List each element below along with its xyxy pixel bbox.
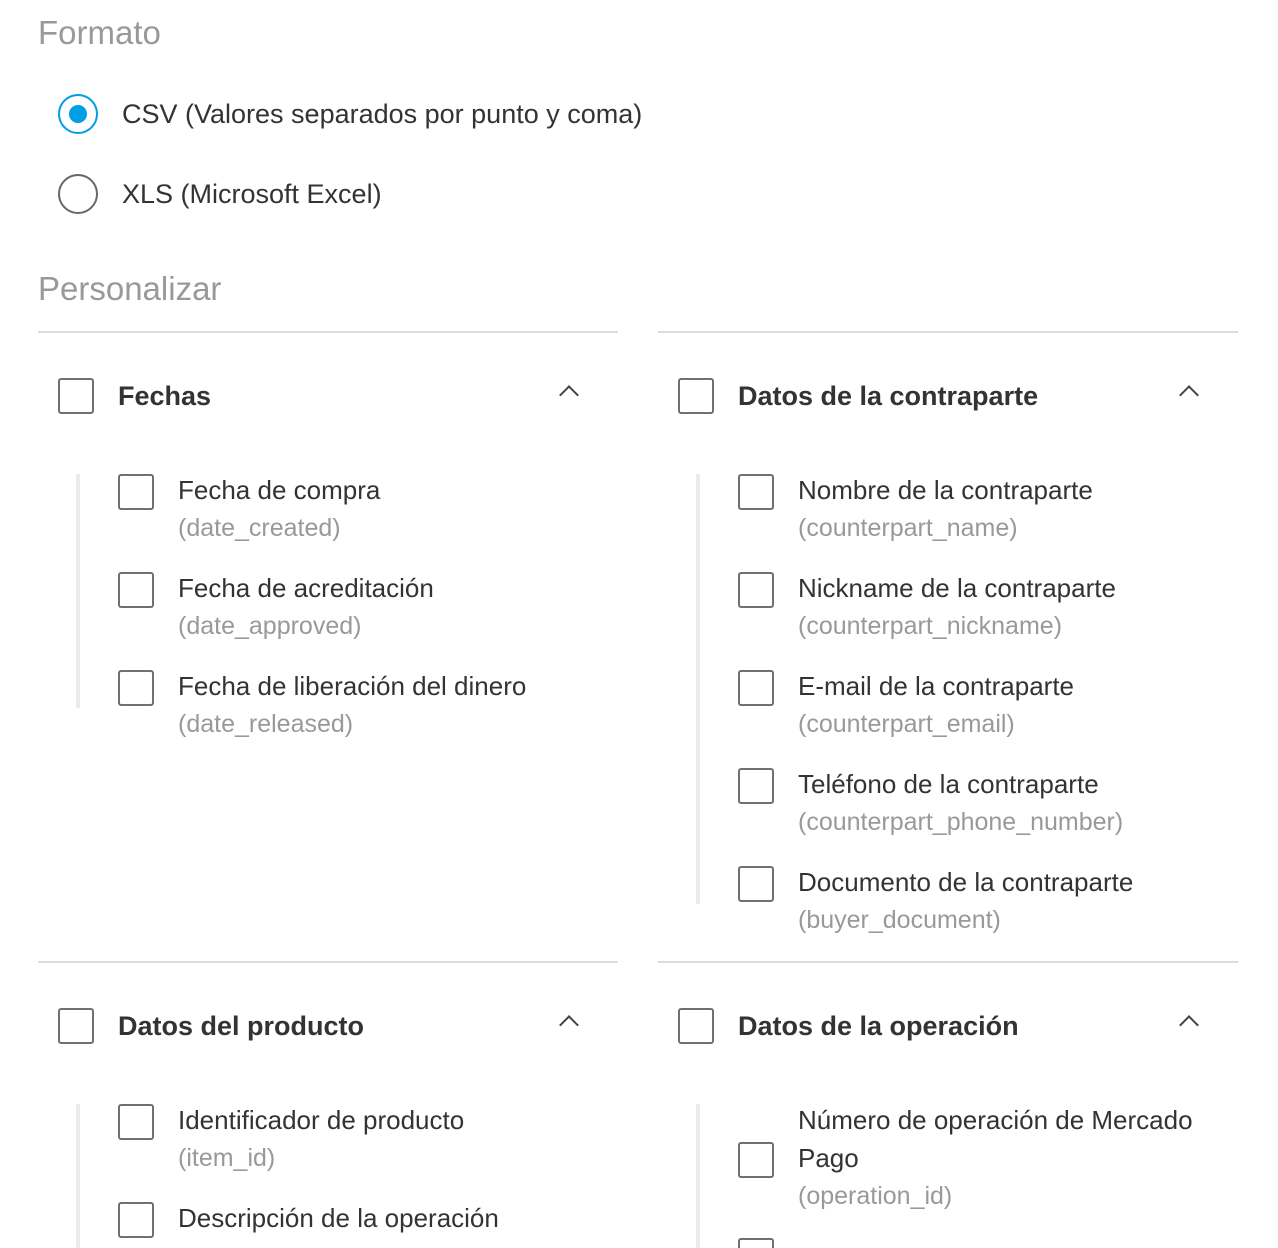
item-checkbox[interactable] xyxy=(738,1238,774,1248)
radio-xls-button[interactable] xyxy=(58,174,98,214)
item-label: E-mail de la contraparte xyxy=(798,671,1075,701)
personalizar-title: Personalizar xyxy=(38,270,222,307)
item-label: Documento de la contraparte xyxy=(798,867,1134,897)
item-code: (operation_id) xyxy=(798,1182,953,1210)
group-contraparte-checkbox[interactable] xyxy=(678,378,714,414)
group-fechas-header[interactable]: Fechas xyxy=(58,378,598,414)
item-label: Fecha de liberación del dinero xyxy=(178,671,527,701)
radio-csv[interactable]: CSV (Valores separados por punto y coma) xyxy=(58,94,642,134)
group-operacion-header[interactable]: Datos de la operación xyxy=(678,1008,1218,1044)
item-code: (counterpart_email) xyxy=(798,710,1015,738)
group-operacion: Datos de la operación Número de operació… xyxy=(658,961,1238,1248)
item-checkbox[interactable] xyxy=(738,866,774,902)
group-producto-header[interactable]: Datos del producto xyxy=(58,1008,598,1044)
items-rail xyxy=(696,1104,700,1248)
item-code: (counterpart_phone_number) xyxy=(798,808,1124,836)
divider xyxy=(38,331,618,333)
item-code: (counterpart_name) xyxy=(798,514,1018,542)
item-checkbox[interactable] xyxy=(118,670,154,706)
formato-title: Formato xyxy=(38,14,161,51)
group-producto: Datos del producto Identificador de prod… xyxy=(38,961,618,1248)
group-contraparte-title: Datos de la contraparte xyxy=(738,380,1039,411)
item-label: Descripción de la operación xyxy=(178,1203,499,1233)
group-producto-title: Datos del producto xyxy=(118,1010,365,1041)
radio-xls-label[interactable]: XLS (Microsoft Excel) xyxy=(122,179,382,210)
item-checkbox[interactable] xyxy=(118,1104,154,1140)
radio-csv-button[interactable] xyxy=(58,94,98,134)
chevron-up-icon[interactable] xyxy=(1179,1015,1199,1035)
item-label: Nickname de la contraparte xyxy=(798,573,1116,603)
item-code: (date_approved) xyxy=(178,612,362,640)
chevron-up-icon[interactable] xyxy=(559,1015,579,1035)
radio-xls[interactable]: XLS (Microsoft Excel) xyxy=(58,174,382,214)
item-label: Fecha de acreditación xyxy=(178,573,434,603)
group-fechas-checkbox[interactable] xyxy=(58,378,94,414)
item-code: (counterpart_nickname) xyxy=(798,612,1063,640)
item-code: (date_released) xyxy=(178,710,354,738)
item-checkbox[interactable] xyxy=(738,670,774,706)
item-checkbox[interactable] xyxy=(738,474,774,510)
item-checkbox[interactable] xyxy=(738,1142,774,1178)
item-checkbox[interactable] xyxy=(738,572,774,608)
item-code: (buyer_document) xyxy=(798,906,1001,934)
item-code: (item_id) xyxy=(178,1144,276,1172)
group-fechas: Fechas Fecha de compra (date_created) Fe… xyxy=(38,331,618,963)
group-contraparte-header[interactable]: Datos de la contraparte xyxy=(678,378,1218,414)
item-label: Identificador de producto xyxy=(178,1105,465,1135)
divider xyxy=(38,961,618,963)
items-rail xyxy=(76,1104,80,1248)
divider xyxy=(658,961,1238,963)
item-checkbox[interactable] xyxy=(118,474,154,510)
radio-csv-label[interactable]: CSV (Valores separados por punto y coma) xyxy=(122,99,642,130)
group-producto-checkbox[interactable] xyxy=(58,1008,94,1044)
divider xyxy=(658,331,1238,333)
item-label: Teléfono de la contraparte xyxy=(798,769,1099,799)
chevron-up-icon[interactable] xyxy=(559,385,579,405)
items-rail xyxy=(696,474,700,904)
export-settings-page: Formato CSV (Valores separados por punto… xyxy=(0,0,1278,1248)
group-contraparte: Datos de la contraparte Nombre de la con… xyxy=(658,331,1238,963)
group-operacion-title: Datos de la operación xyxy=(738,1010,1019,1041)
item-checkbox[interactable] xyxy=(118,1202,154,1238)
item-label: Nombre de la contraparte xyxy=(798,475,1093,505)
chevron-up-icon[interactable] xyxy=(1179,385,1199,405)
item-checkbox[interactable] xyxy=(118,572,154,608)
items-rail xyxy=(76,474,80,708)
item-checkbox[interactable] xyxy=(738,768,774,804)
item-label: Número de operación de Mercado Pago xyxy=(798,1105,1193,1173)
group-fechas-title: Fechas xyxy=(118,380,212,411)
group-operacion-checkbox[interactable] xyxy=(678,1008,714,1044)
item-code: (date_created) xyxy=(178,514,341,542)
item-label: Fecha de compra xyxy=(178,475,381,505)
